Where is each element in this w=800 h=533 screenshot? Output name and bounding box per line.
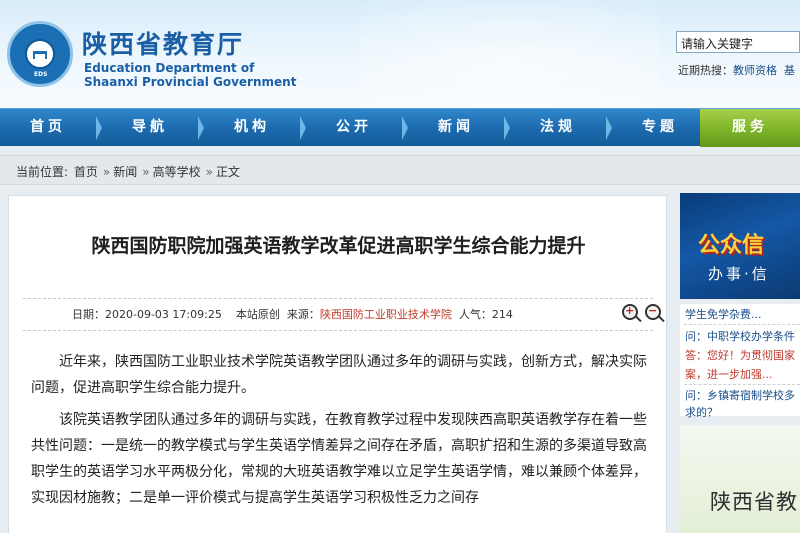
divider [23, 330, 653, 331]
logo-emblem [25, 39, 55, 69]
nav-item-news[interactable]: 新闻 [408, 109, 504, 147]
article-paragraph: 近年来，陕西国防工业职业技术学院英语教学团队通过多年的调研与实践，创新方式，解决… [31, 354, 647, 396]
article-panel: 陕西国防职院加强英语教学改革促进高职学生综合能力提升 日期：2020-09-03… [8, 195, 667, 533]
list-item[interactable]: 问：乡镇寄宿制学校多 [685, 387, 795, 403]
views-label: 人气： [458, 308, 492, 321]
main-nav: 首页 导航 机构 公开 新闻 法规 专题 服务 [0, 108, 800, 147]
nav-item-topics[interactable]: 专题 [612, 109, 708, 147]
article-date: 2020-09-03 17:09:25 [105, 308, 222, 321]
list-item[interactable]: 问：中职学校办学条件 [685, 328, 795, 344]
breadcrumb-link-news[interactable]: 新闻 [113, 165, 137, 179]
breadcrumb-link-higher-education[interactable]: 高等学校 [153, 165, 201, 179]
zoom-out-icon[interactable]: − [645, 304, 661, 320]
education-department-logo[interactable]: EDS [7, 21, 73, 87]
breadcrumb-separator: » [102, 165, 111, 179]
site-title-en-line2: Shaanxi Provincial Government [84, 75, 297, 89]
breadcrumb-current: 正文 [215, 165, 240, 179]
divider [23, 298, 653, 299]
site-header: EDS 陕西省教育厅 Education Department of Shaan… [0, 0, 800, 108]
article-body: 近年来，陕西国防工业职业技术学院英语教学团队通过多年的调研与实践，创新方式，解决… [31, 349, 651, 517]
site-title-en-line1: Education Department of [84, 61, 255, 75]
nav-item-public[interactable]: 公开 [306, 109, 402, 147]
nav-item-regulations[interactable]: 法规 [510, 109, 606, 147]
divider [684, 324, 800, 325]
site-title-cn: 陕西省教育厅 [82, 30, 245, 59]
breadcrumb-label: 当前位置: [16, 165, 69, 179]
list-item[interactable]: 答：您好！为贯彻国家 [685, 347, 795, 363]
list-item[interactable]: 求的？ [685, 404, 718, 420]
banner-subtitle: 办事·信 [708, 265, 770, 283]
list-item[interactable]: 学生免学杂费... [685, 306, 762, 322]
hot-searches: 近期热搜：教师资格 基 [678, 62, 795, 78]
article-meta: 日期：2020-09-03 17:09:25 本站原创 来源：陕西国防工业职业技… [72, 306, 513, 322]
qa-list: 学生免学杂费... 问：中职学校办学条件 答：您好！为贯彻国家 案，进一步加强.… [680, 304, 800, 419]
header-decoration [360, 0, 660, 108]
article-origin: 本站原创 [235, 308, 280, 321]
hot-search-link[interactable]: 教师资格 [733, 64, 777, 77]
article-title: 陕西国防职院加强英语教学改革促进高职学生综合能力提升 [91, 235, 586, 257]
promo-text: 陕西省教 [710, 490, 798, 514]
breadcrumb-bar: 当前位置: 首页» 新闻» 高等学校» 正文 [0, 155, 800, 185]
article-paragraph: 该院英语教学团队通过多年的调研与实践，在教育教学过程中发现陕西高职英语教学存在着… [31, 412, 647, 506]
hot-search-link[interactable]: 基 [784, 64, 795, 77]
zoom-in-icon[interactable]: + [622, 304, 638, 320]
breadcrumb-separator: » [142, 165, 150, 179]
banner-title: 公众信 [698, 233, 765, 258]
hot-search-label: 近期热搜： [678, 64, 733, 77]
book-icon [33, 51, 47, 59]
breadcrumb-link-home[interactable]: 首页 [74, 165, 98, 179]
list-item[interactable]: 案，进一步加强... [685, 366, 773, 382]
logo-text: EDS [34, 71, 48, 78]
promo-banner[interactable]: 陕西省教 [680, 425, 800, 533]
date-label: 日期： [72, 308, 105, 321]
breadcrumb: 当前位置: 首页» 新闻» 高等学校» 正文 [16, 163, 242, 180]
breadcrumb-separator: » [205, 165, 213, 179]
divider [684, 384, 800, 385]
nav-item-home[interactable]: 首页 [0, 109, 96, 147]
search-input[interactable]: 请输入关键字 [676, 31, 800, 53]
public-account-banner[interactable]: 公众信 办事·信 [680, 193, 800, 299]
nav-item-institutions[interactable]: 机构 [204, 109, 300, 147]
article-source[interactable]: 陕西国防工业职业技术学院 [320, 308, 452, 321]
source-label: 来源： [286, 308, 320, 321]
nav-item-guide[interactable]: 导航 [102, 109, 198, 147]
nav-item-services[interactable]: 服务 [700, 109, 800, 147]
article-views: 214 [491, 308, 513, 321]
